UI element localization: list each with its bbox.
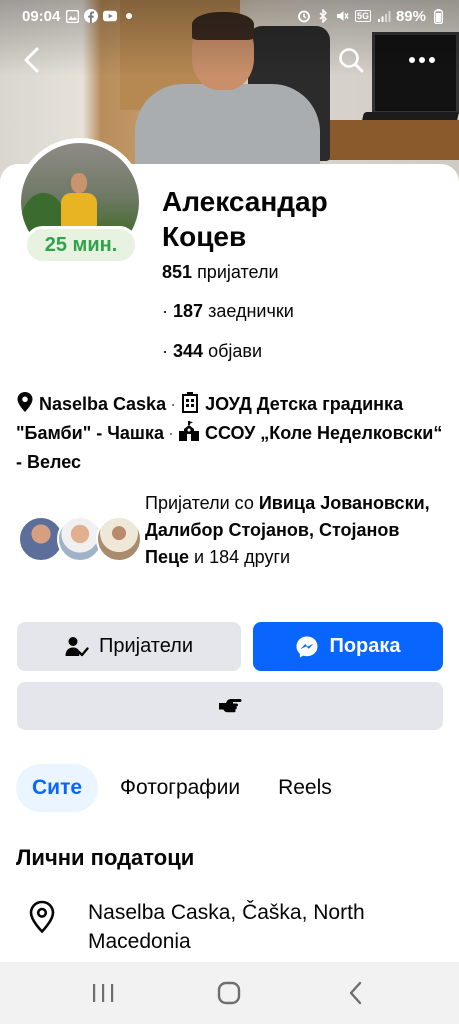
chevron-left-icon — [349, 981, 362, 1005]
profile-tabs: Сите Фотографии Reels — [16, 764, 446, 812]
facebook-icon — [84, 9, 99, 23]
status-time: 09:04 — [22, 7, 61, 25]
status-bar: 09:04 5G 89% — [0, 0, 459, 32]
battery-icon — [431, 8, 445, 24]
more-dots-icon — [409, 57, 435, 63]
mutual-joiner: и — [194, 547, 205, 567]
briefcase-building-icon — [182, 392, 199, 413]
tab-photos[interactable]: Фотографии — [104, 764, 256, 812]
details-block: Naselba Caska · ЈОУД Детска градинка "Бамб… — [16, 390, 446, 477]
mute-icon — [335, 9, 349, 23]
dot-icon — [122, 9, 136, 23]
back-arrow-icon — [24, 47, 39, 73]
network-label: 5G — [354, 10, 371, 22]
mutual-others[interactable]: 184 други — [209, 547, 290, 567]
mutual-friends-text[interactable]: Пријатели со Ивица Јовановски, Далибор С… — [145, 490, 443, 571]
recent-apps-icon — [93, 984, 114, 1002]
posts-label: објави — [208, 341, 263, 361]
location-pin-icon — [17, 392, 33, 412]
tab-reels[interactable]: Reels — [262, 764, 348, 812]
system-nav-bar — [0, 962, 459, 1024]
mutual-friends-avatars[interactable] — [18, 516, 142, 564]
active-time-badge: 25 мин. — [24, 226, 138, 264]
separator-dot: · — [167, 423, 174, 443]
alarm-icon — [297, 9, 311, 23]
tab-all[interactable]: Сите — [16, 764, 99, 812]
friend-check-icon — [65, 636, 89, 656]
posts-count-row[interactable]: · 344 објави — [162, 341, 262, 362]
home-button[interactable] — [204, 973, 254, 1013]
youtube-icon — [103, 9, 118, 23]
friends-label: пријатели — [197, 262, 279, 282]
mutual-count-row[interactable]: · 187 заеднички — [162, 301, 294, 322]
personal-info-place: Naselba Caska, Čaška, North Macedonia — [88, 901, 365, 953]
personal-info-title: Лични податоци — [16, 845, 195, 870]
profile-name: Александар Коцев — [162, 186, 328, 252]
search-button[interactable] — [335, 44, 367, 76]
home-icon — [218, 981, 241, 1005]
friends-button[interactable]: Пријатели — [17, 622, 241, 671]
5g-icon: 5G — [354, 9, 372, 23]
mutual-count: 187 — [173, 301, 204, 321]
status-left: 09:04 — [22, 8, 136, 25]
friends-count-row[interactable]: 851 пријатели — [162, 262, 279, 283]
mutual-label: заеднички — [208, 301, 294, 321]
detail-location: Naselba Caska — [39, 394, 167, 414]
poke-button[interactable] — [17, 682, 443, 730]
avatar-person-head — [71, 173, 87, 193]
friends-button-label: Пријатели — [98, 635, 194, 657]
location-pin-outline-icon — [29, 900, 55, 934]
message-button[interactable]: Порака — [253, 622, 443, 671]
recent-apps-button[interactable] — [78, 973, 128, 1013]
bullet-dot: · — [162, 341, 168, 361]
bluetooth-icon — [316, 9, 330, 23]
bullet-dot: · — [162, 301, 168, 321]
search-icon — [339, 48, 364, 73]
mutual-friend-avatar[interactable] — [96, 516, 142, 562]
system-back-button[interactable] — [331, 973, 381, 1013]
status-right: 5G 89% — [297, 8, 445, 25]
friends-count: 851 — [162, 262, 193, 282]
posts-count: 344 — [173, 341, 204, 361]
gallery-icon — [65, 9, 79, 23]
message-button-label: Порака — [329, 635, 401, 657]
messenger-icon — [296, 636, 318, 657]
signal-icon — [377, 9, 391, 23]
separator-dot: · — [170, 394, 177, 414]
mutual-prefix: Пријатели со — [145, 493, 254, 513]
battery-level: 89% — [395, 7, 426, 25]
back-button[interactable] — [16, 44, 48, 76]
school-icon — [178, 421, 199, 441]
poke-hand-icon — [219, 699, 242, 713]
more-options-button[interactable] — [406, 44, 438, 76]
profile-sheet — [0, 164, 459, 1024]
